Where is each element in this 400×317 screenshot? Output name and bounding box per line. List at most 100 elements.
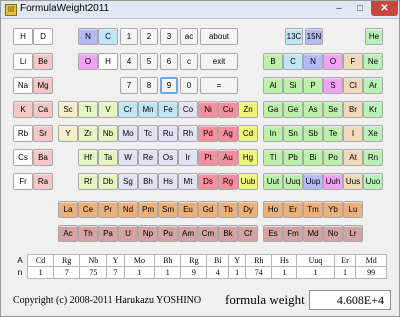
maximize-button[interactable]: □ [350, 1, 370, 16]
element-lr[interactable]: Lr [343, 225, 363, 242]
element-p[interactable]: P [303, 77, 323, 94]
element-rb[interactable]: Rb [13, 125, 33, 142]
element-md[interactable]: Md [303, 225, 323, 242]
element-nb[interactable]: Nb [98, 125, 118, 142]
element-bi[interactable]: Bi [303, 149, 323, 166]
element-b[interactable]: B [263, 53, 283, 70]
key-15n[interactable]: 15N [305, 28, 323, 45]
element-mn[interactable]: Mn [138, 101, 158, 118]
element-rg[interactable]: Rg [218, 173, 238, 190]
element-o[interactable]: O [323, 53, 343, 70]
element-h[interactable]: H [98, 53, 118, 70]
element-db[interactable]: Db [98, 173, 118, 190]
element-co[interactable]: Co [178, 101, 198, 118]
element-i[interactable]: I [343, 125, 363, 142]
key-7[interactable]: 7 [120, 77, 138, 94]
element-u[interactable]: U [118, 225, 138, 242]
element-os[interactable]: Os [158, 149, 178, 166]
element-re[interactable]: Re [138, 149, 158, 166]
element-o[interactable]: O [78, 53, 98, 70]
element-ce[interactable]: Ce [78, 201, 98, 218]
element-pa[interactable]: Pa [98, 225, 118, 242]
element-sr[interactable]: Sr [33, 125, 53, 142]
element-hg[interactable]: Hg [238, 149, 258, 166]
element-rh[interactable]: Rh [178, 125, 198, 142]
element-pt[interactable]: Pt [198, 149, 218, 166]
element-uuo[interactable]: Uuo [363, 173, 383, 190]
element-uut[interactable]: Uut [263, 173, 283, 190]
element-ru[interactable]: Ru [158, 125, 178, 142]
element-sm[interactable]: Sm [158, 201, 178, 218]
element-c[interactable]: C [283, 53, 303, 70]
element-er[interactable]: Er [283, 201, 303, 218]
element-am[interactable]: Am [178, 225, 198, 242]
element-cu[interactable]: Cu [218, 101, 238, 118]
element-w[interactable]: W [118, 149, 138, 166]
element-ac[interactable]: Ac [58, 225, 78, 242]
key-2[interactable]: 2 [140, 28, 158, 45]
element-hs[interactable]: Hs [158, 173, 178, 190]
element-ar[interactable]: Ar [363, 77, 383, 94]
element-ne[interactable]: Ne [363, 53, 383, 70]
key-5[interactable]: 5 [140, 53, 158, 70]
element-uup[interactable]: Uup [303, 173, 323, 190]
element-no[interactable]: No [323, 225, 343, 242]
element-zr[interactable]: Zr [78, 125, 98, 142]
title-bar[interactable]: ▤ FormulaWeight2011 – □ ✕ [1, 1, 399, 19]
element-bh[interactable]: Bh [138, 173, 158, 190]
element-es[interactable]: Es [263, 225, 283, 242]
element-hf[interactable]: Hf [78, 149, 98, 166]
element-ge[interactable]: Ge [283, 101, 303, 118]
element-cl[interactable]: Cl [343, 77, 363, 94]
element-uuh[interactable]: Uuh [323, 173, 343, 190]
minimize-button[interactable]: – [329, 1, 349, 16]
element-pu[interactable]: Pu [158, 225, 178, 242]
equals-button[interactable]: = [200, 77, 238, 94]
element-pd[interactable]: Pd [198, 125, 218, 142]
element-au[interactable]: Au [218, 149, 238, 166]
key-3[interactable]: 3 [160, 28, 178, 45]
element-f[interactable]: F [343, 53, 363, 70]
element-as[interactable]: As [303, 101, 323, 118]
element-tb[interactable]: Tb [218, 201, 238, 218]
element-xe[interactable]: Xe [363, 125, 383, 142]
element-ra[interactable]: Ra [33, 173, 53, 190]
element-cd[interactable]: Cd [238, 125, 258, 142]
element-br[interactable]: Br [343, 101, 363, 118]
element-na[interactable]: Na [13, 77, 33, 94]
element-k[interactable]: K [13, 101, 33, 118]
element-ta[interactable]: Ta [98, 149, 118, 166]
element-y[interactable]: Y [58, 125, 78, 142]
element-po[interactable]: Po [323, 149, 343, 166]
element-fm[interactable]: Fm [283, 225, 303, 242]
element-cm[interactable]: Cm [198, 225, 218, 242]
key-9[interactable]: 9 [160, 77, 178, 94]
element-ds[interactable]: Ds [198, 173, 218, 190]
element-sc[interactable]: Sc [58, 101, 78, 118]
element-ga[interactable]: Ga [263, 101, 283, 118]
element-c[interactable]: C [98, 28, 118, 45]
element-ag[interactable]: Ag [218, 125, 238, 142]
element-dy[interactable]: Dy [238, 201, 258, 218]
element-cf[interactable]: Cf [238, 225, 258, 242]
element-mt[interactable]: Mt [178, 173, 198, 190]
key-0[interactable]: 0 [180, 77, 198, 94]
element-mg[interactable]: Mg [33, 77, 53, 94]
element-pb[interactable]: Pb [283, 149, 303, 166]
element-uub[interactable]: Uub [238, 173, 258, 190]
element-li[interactable]: Li [13, 53, 33, 70]
element-la[interactable]: La [58, 201, 78, 218]
exit-button[interactable]: exit [200, 53, 238, 70]
element-cr[interactable]: Cr [118, 101, 138, 118]
element-te[interactable]: Te [323, 125, 343, 142]
element-al[interactable]: Al [263, 77, 283, 94]
element-at[interactable]: At [343, 149, 363, 166]
element-pm[interactable]: Pm [138, 201, 158, 218]
element-sg[interactable]: Sg [118, 173, 138, 190]
element-se[interactable]: Se [323, 101, 343, 118]
element-tl[interactable]: Tl [263, 149, 283, 166]
close-button[interactable]: ✕ [371, 1, 398, 16]
element-fr[interactable]: Fr [13, 173, 33, 190]
element-sb[interactable]: Sb [303, 125, 323, 142]
element-np[interactable]: Np [138, 225, 158, 242]
